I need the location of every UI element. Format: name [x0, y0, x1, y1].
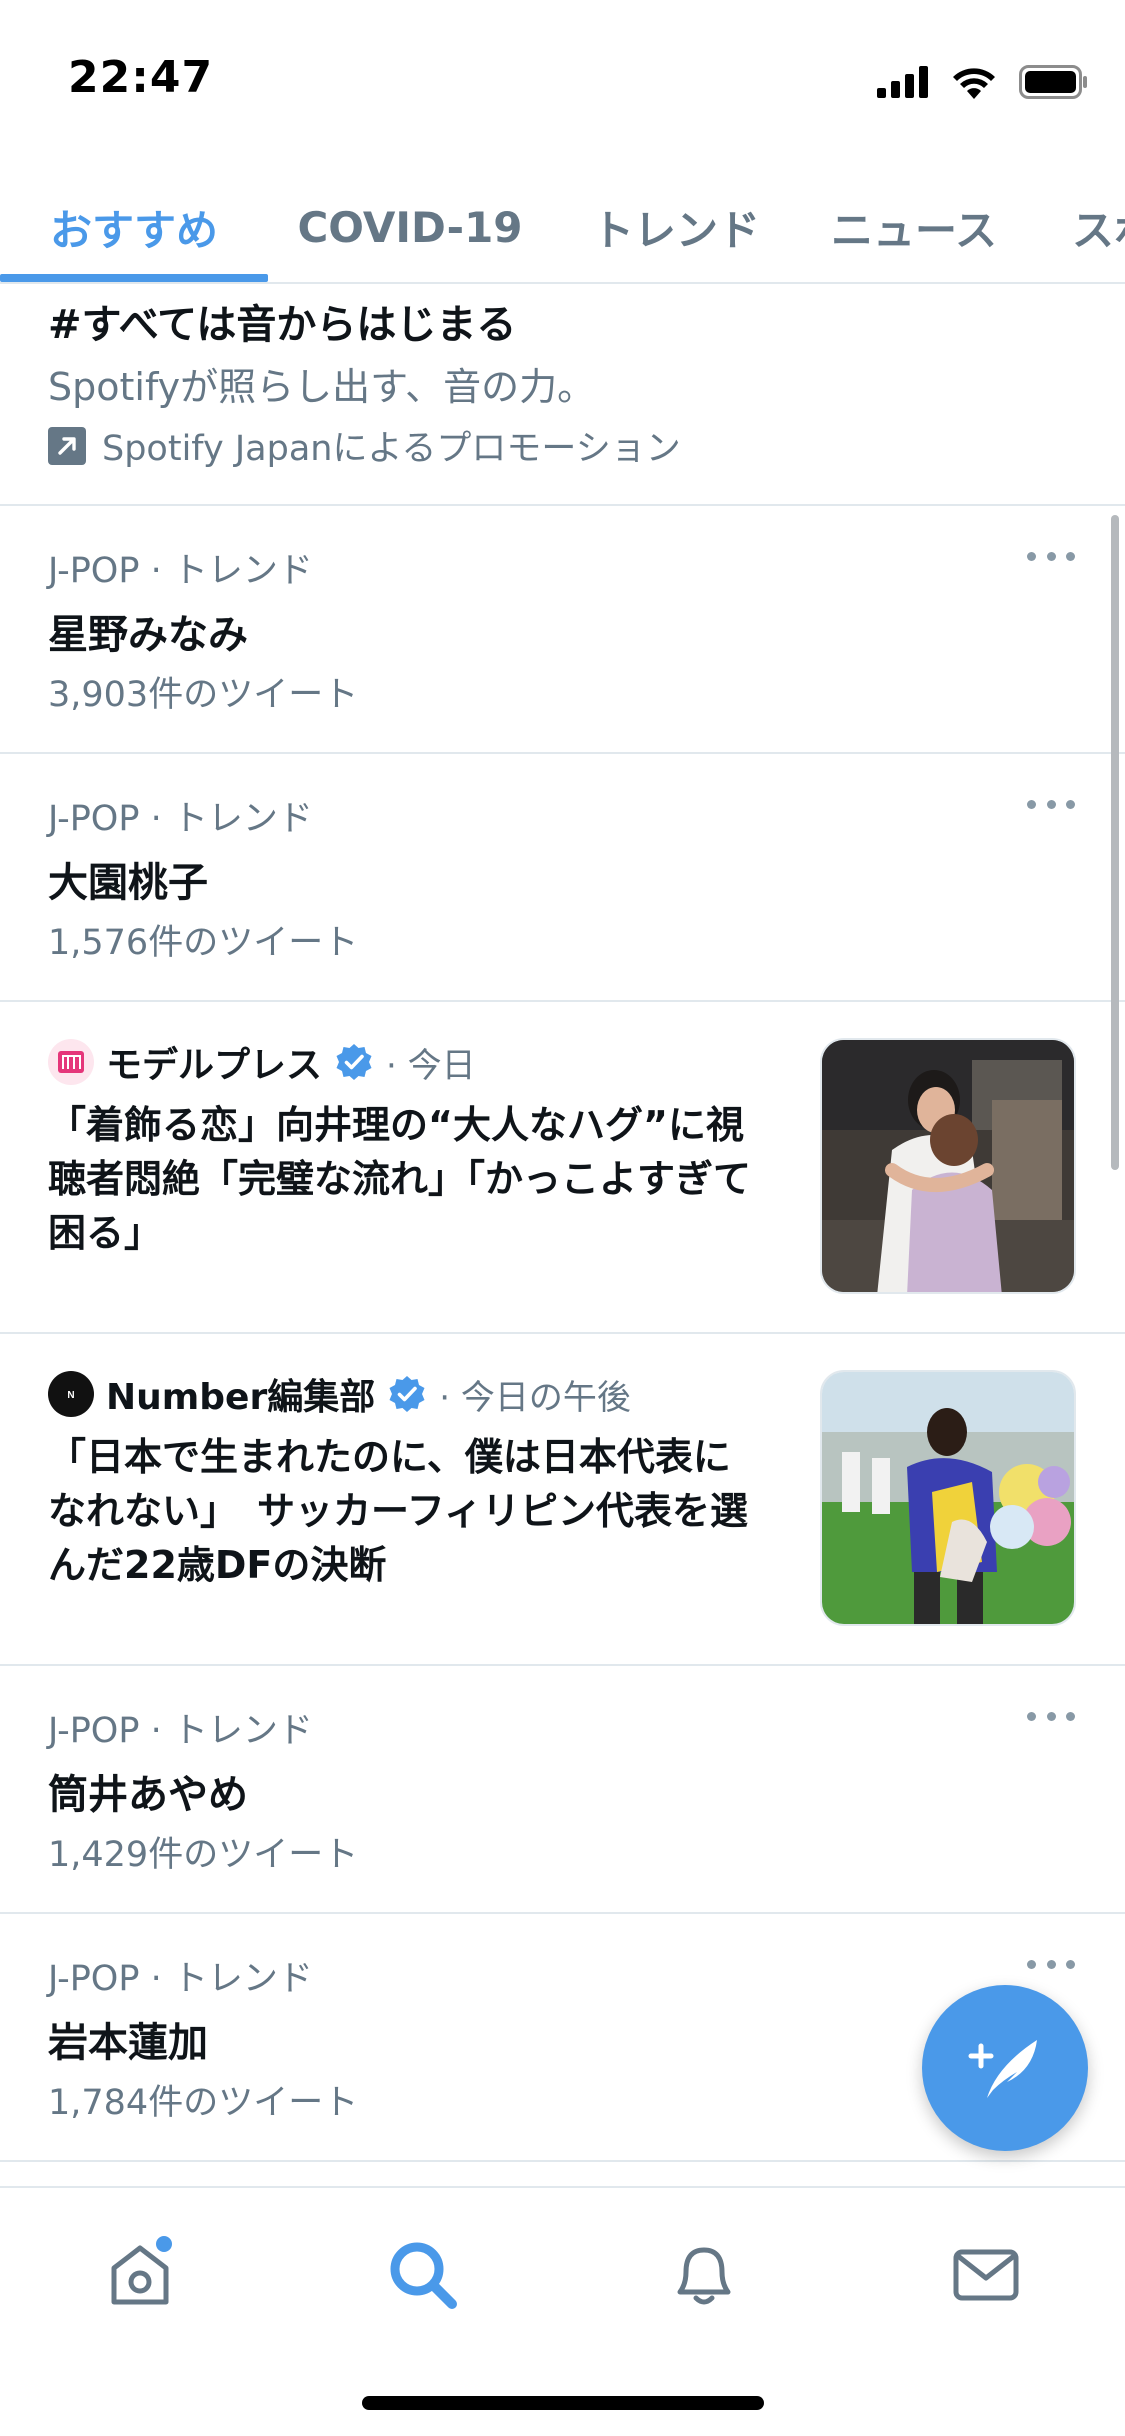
- svg-text:N: N: [67, 1390, 74, 1401]
- trend-category: J-POP · トレンド: [48, 1711, 313, 1751]
- news-source: モデルプレス: [106, 1045, 323, 1086]
- trend-category: J-POP · トレンド: [48, 799, 313, 839]
- status-bar: 22:47: [0, 0, 1125, 150]
- wifi-icon: [953, 68, 995, 99]
- mail-icon: [953, 2249, 1019, 2301]
- news-item[interactable]: モデルプレス · 今日 「着飾る恋」向井理の“大人なハグ”に視聴者悶絶「完璧な流…: [0, 1002, 1125, 1334]
- bell-icon: [677, 2247, 731, 2305]
- more-dots-icon[interactable]: [1027, 1954, 1075, 1974]
- news-time: · 今日の午後: [439, 1377, 631, 1418]
- news-source: Number編集部: [106, 1377, 376, 1418]
- number-logo: N: [48, 1371, 94, 1417]
- trend-item[interactable]: J-POP · トレンド 大園桃子 1,576件のツイート: [0, 754, 1125, 1002]
- news-meta: N Number編集部 · 今日の午後: [48, 1370, 631, 1418]
- promoted-trend[interactable]: #すべては音からはじまる Spotifyが照らし出す、音の力。 Spotify …: [0, 284, 1125, 506]
- trend-name: 筒井あやめ: [48, 1772, 248, 1818]
- news-photo-soccer: [822, 1372, 1074, 1624]
- trend-category: J-POP · トレンド: [48, 1959, 313, 1999]
- more-dots-icon[interactable]: [1027, 546, 1075, 566]
- tab-for-you[interactable]: おすすめ: [0, 170, 268, 282]
- tab-news[interactable]: ニュース: [800, 170, 1028, 282]
- trend-name: 岩本蓮加: [48, 2020, 208, 2066]
- nav-home[interactable]: [100, 2234, 180, 2314]
- compose-tweet-icon: [968, 2040, 1037, 2098]
- news-photo-hug: [822, 1040, 1074, 1292]
- news-time: · 今日: [386, 1045, 476, 1086]
- promoted-arrow-icon: [48, 426, 86, 465]
- news-item[interactable]: N Number編集部 · 今日の午後 「日本で生まれたのに、僕は日本代表になれ…: [0, 1334, 1125, 1666]
- news-meta: モデルプレス · 今日: [48, 1038, 476, 1086]
- more-dots-icon[interactable]: [1027, 1706, 1075, 1726]
- verified-badge-icon: [336, 1044, 372, 1080]
- nav-search[interactable]: [382, 2234, 462, 2314]
- status-icons: [877, 62, 1089, 102]
- tab-sports[interactable]: スポ: [1060, 170, 1125, 282]
- tab-trending[interactable]: トレンド: [562, 170, 790, 282]
- trend-name: 星野みなみ: [48, 612, 248, 658]
- battery-icon: [1019, 65, 1087, 99]
- news-thumbnail[interactable]: [820, 1370, 1076, 1626]
- trend-name: 大園桃子: [48, 860, 208, 906]
- home-icon: [111, 2236, 172, 2305]
- news-thumbnail[interactable]: [820, 1038, 1076, 1294]
- news-headline: 「着飾る恋」向井理の“大人なハグ”に視聴者悶絶「完璧な流れ」「かっこよすぎて困る…: [48, 1103, 752, 1255]
- nav-notifications[interactable]: [664, 2234, 744, 2314]
- tab-covid-19[interactable]: COVID-19: [280, 170, 540, 282]
- cellular-signal-icon: [877, 66, 928, 98]
- modelpress-logo: [48, 1039, 94, 1085]
- nav-messages[interactable]: [946, 2234, 1026, 2314]
- compose-tweet-button[interactable]: [922, 1985, 1088, 2151]
- trend-item[interactable]: J-POP · トレンド 筒井あやめ 1,429件のツイート: [0, 1666, 1125, 1914]
- scrollbar[interactable]: [1111, 515, 1119, 1170]
- promoted-trend-title: #すべては音からはじまる: [48, 302, 517, 348]
- trend-tweet-count: 1,784件のツイート: [48, 2083, 359, 2123]
- promoted-by: Spotify Japanによるプロモーション: [48, 420, 681, 471]
- promoted-by-label: Spotify Japanによるプロモーション: [102, 429, 681, 469]
- more-dots-icon[interactable]: [1027, 794, 1075, 814]
- verified-badge-icon: [389, 1376, 425, 1412]
- status-time: 22:47: [68, 52, 214, 103]
- trend-category: J-POP · トレンド: [48, 551, 313, 591]
- trend-item[interactable]: J-POP · トレンド 星野みなみ 3,903件のツイート: [0, 506, 1125, 754]
- trend-tweet-count: 1,576件のツイート: [48, 923, 359, 963]
- trend-tweet-count: 3,903件のツイート: [48, 675, 359, 715]
- trend-tweet-count: 1,429件のツイート: [48, 1835, 359, 1875]
- promoted-trend-description: Spotifyが照らし出す、音の力。: [48, 365, 596, 409]
- active-tab-indicator: [0, 274, 268, 282]
- news-headline: 「日本で生まれたのに、僕は日本代表になれない」 サッカーフィリピン代表を選んだ2…: [48, 1435, 748, 1587]
- explore-tabs: おすすめ COVID-19 トレンド ニュース スポ: [0, 170, 1125, 284]
- home-indicator[interactable]: [362, 2396, 764, 2410]
- search-icon: [390, 2242, 457, 2309]
